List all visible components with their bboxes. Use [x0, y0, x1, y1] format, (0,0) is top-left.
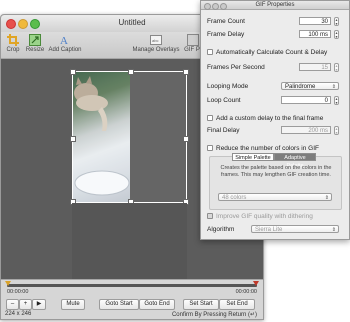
- svg-text:abc: abc: [152, 38, 158, 43]
- custom-delay-row[interactable]: Add a custom delay to the final frame: [207, 115, 323, 122]
- confirm-hint: Confirm By Pressing Return (↵): [171, 312, 257, 318]
- frame-delay-stepper[interactable]: ▴ ▾: [334, 30, 339, 39]
- auto-calc-row[interactable]: Automatically Calculate Count & Delay: [207, 49, 327, 56]
- start-time: 00:00:00: [7, 289, 29, 295]
- dithering-checkbox[interactable]: [207, 213, 213, 220]
- resize-label: Resize: [25, 47, 45, 53]
- panel-minimize-button[interactable]: [212, 2, 219, 10]
- reduce-colors-row[interactable]: Reduce the number of colors in GIF: [207, 145, 319, 152]
- timeline-track[interactable]: [7, 284, 257, 287]
- reduce-colors-label: Reduce the number of colors in GIF: [216, 145, 319, 152]
- crop-handle-top[interactable]: [128, 69, 134, 75]
- final-delay-stepper[interactable]: ▴ ▾: [334, 126, 339, 135]
- goto-start-button[interactable]: Goto Start: [99, 299, 139, 310]
- dimensions-label: 224 x 246: [5, 311, 32, 317]
- dithering-row[interactable]: Improve GIF quality with dithering: [207, 213, 313, 220]
- frame-count-stepper[interactable]: ▴ ▾: [334, 17, 339, 26]
- resize-tool-button[interactable]: Resize: [24, 32, 46, 53]
- crop-handle-left[interactable]: [70, 136, 76, 142]
- algorithm-select[interactable]: Sierra Lite ⇕: [251, 225, 339, 233]
- tab-simple-palette[interactable]: Simple Palette: [232, 153, 274, 161]
- end-marker-icon[interactable]: [253, 281, 259, 286]
- looping-mode-label: Looping Mode: [207, 83, 249, 90]
- add-caption-tool-button[interactable]: A Add Caption: [48, 32, 82, 53]
- crop-handle-top-left[interactable]: [70, 69, 76, 75]
- crop-handle-top-right[interactable]: [183, 69, 189, 75]
- zoom-in-button[interactable]: +: [19, 299, 32, 310]
- frame-count-label: Frame Count: [207, 18, 245, 25]
- palette-group: Simple Palette Adaptive Palette Creates …: [209, 153, 342, 210]
- fps-label: Frames Per Second: [207, 64, 265, 71]
- crop-handle-right[interactable]: [183, 136, 189, 142]
- colors-value: 48 colors: [222, 195, 247, 201]
- svg-text:A: A: [60, 35, 68, 46]
- gif-properties-icon: [187, 34, 199, 46]
- mute-button[interactable]: Mute: [61, 299, 85, 310]
- caption-icon: A: [60, 35, 68, 46]
- reduce-colors-checkbox[interactable]: [207, 145, 213, 152]
- tab-adaptive-palette[interactable]: Adaptive Palette: [274, 153, 316, 169]
- fps-stepper[interactable]: ▴ ▾: [334, 63, 339, 72]
- manage-overlays-tool-button[interactable]: abc Manage Overlays: [131, 32, 181, 53]
- frame-delay-label: Frame Delay: [207, 31, 245, 38]
- resize-icon: [29, 34, 41, 46]
- dithering-label: Improve GIF quality with dithering: [216, 213, 313, 220]
- final-delay-label: Final Delay: [207, 127, 240, 134]
- panel-title-bar[interactable]: GIF Properties: [201, 1, 349, 10]
- final-delay-field[interactable]: 200 ms: [281, 126, 331, 134]
- panel-title: GIF Properties: [255, 2, 295, 8]
- crop-selection[interactable]: [70, 69, 189, 205]
- start-marker-icon[interactable]: [5, 281, 11, 286]
- playback-controls: – + ▶ Mute Goto Start Goto End Set Start…: [1, 298, 263, 312]
- chevron-updown-icon: ⇕: [331, 84, 336, 90]
- gif-properties-panel: GIF Properties Frame Count 30 ▴ ▾ Frame D…: [200, 0, 350, 240]
- preview-lower-region: [72, 203, 187, 279]
- auto-calc-checkbox[interactable]: [207, 49, 213, 56]
- looping-mode-value: Palindrome: [285, 84, 316, 90]
- loop-count-stepper[interactable]: ▴ ▾: [334, 96, 339, 105]
- status-bar: 224 x 246 Confirm By Pressing Return (↵): [1, 311, 263, 319]
- timeline[interactable]: 00:00:00 00:00:00: [1, 279, 263, 298]
- loop-count-label: Loop Count: [207, 97, 241, 104]
- colors-select[interactable]: 48 colors ⇕: [218, 193, 332, 201]
- manage-overlays-label: Manage Overlays: [132, 47, 180, 53]
- custom-delay-checkbox[interactable]: [207, 115, 213, 122]
- looping-mode-select[interactable]: Palindrome ⇕: [281, 82, 339, 90]
- auto-calc-label: Automatically Calculate Count & Delay: [216, 49, 328, 56]
- panel-close-button[interactable]: [204, 2, 211, 10]
- loop-count-field[interactable]: 0: [281, 96, 331, 104]
- panel-zoom-button[interactable]: [220, 2, 227, 10]
- palette-description: Creates the palette based on the colors …: [220, 165, 332, 178]
- frame-count-field[interactable]: 30: [299, 17, 331, 25]
- crop-icon: [7, 34, 19, 46]
- set-start-button[interactable]: Set Start: [183, 299, 219, 310]
- set-end-button[interactable]: Set End: [219, 299, 255, 310]
- fps-field[interactable]: 15: [299, 63, 331, 71]
- goto-end-button[interactable]: Goto End: [139, 299, 175, 310]
- frame-delay-field[interactable]: 100 ms: [299, 30, 331, 38]
- chevron-updown-icon: ⇕: [324, 195, 329, 201]
- algorithm-value: Sierra Lite: [255, 227, 283, 233]
- add-caption-label: Add Caption: [48, 47, 82, 53]
- algorithm-label: Algorithm: [207, 226, 235, 233]
- custom-delay-label: Add a custom delay to the final frame: [216, 115, 324, 122]
- overlays-icon: abc: [150, 35, 162, 45]
- crop-label: Crop: [6, 47, 20, 53]
- zoom-out-button[interactable]: –: [6, 299, 19, 310]
- end-time: 00:00:00: [235, 289, 257, 295]
- chevron-updown-icon: ⇕: [331, 227, 336, 233]
- crop-tool-button[interactable]: Crop: [4, 32, 22, 53]
- play-button[interactable]: ▶: [32, 299, 46, 310]
